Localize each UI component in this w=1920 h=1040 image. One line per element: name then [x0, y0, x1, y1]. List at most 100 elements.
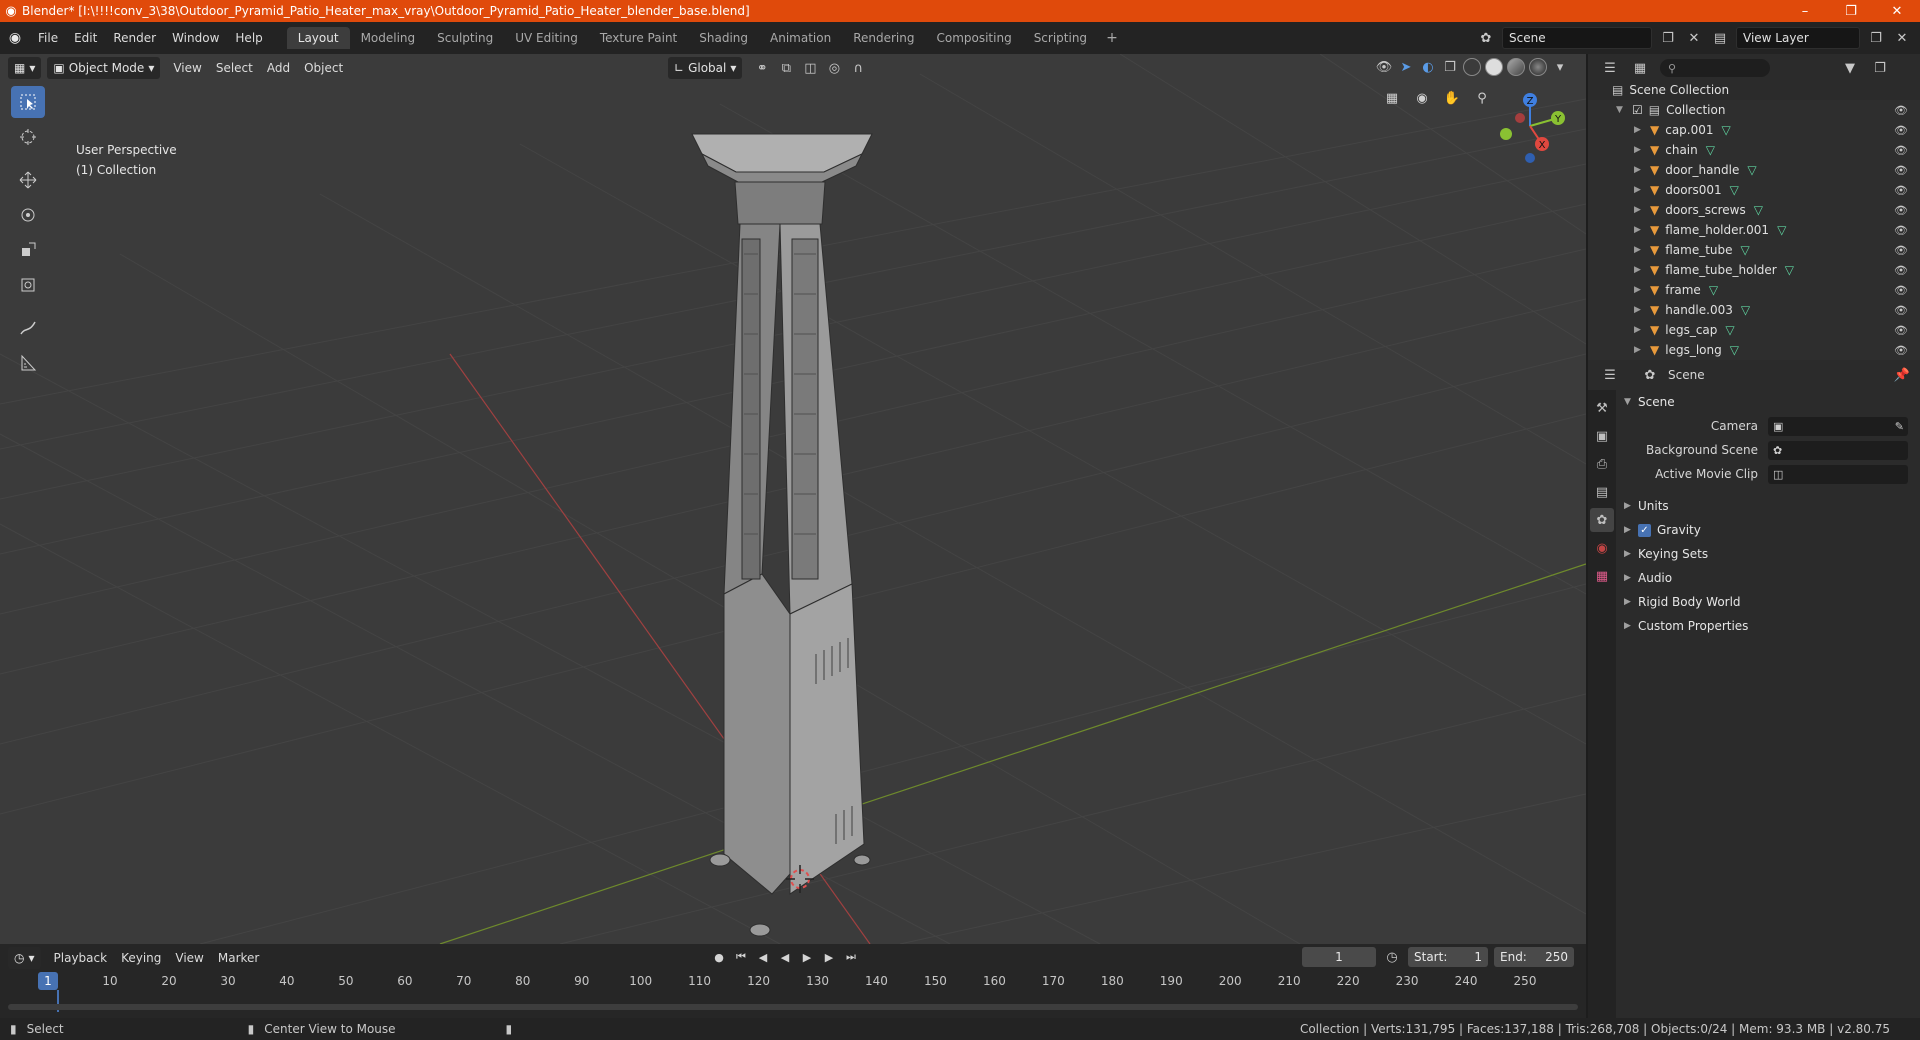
- chevron-down-icon[interactable]: ▾: [1550, 57, 1570, 77]
- solid-shading-icon[interactable]: [1485, 58, 1503, 76]
- menu-select[interactable]: Select: [209, 61, 260, 75]
- texture-tab-icon[interactable]: ▦: [1590, 564, 1614, 588]
- xray-icon[interactable]: ❐: [1440, 57, 1460, 77]
- disclosure-triangle-icon[interactable]: ▶: [1634, 245, 1644, 255]
- outliner-object-row[interactable]: ▶ ▼ cap.001 ▽ 👁: [1588, 120, 1920, 140]
- new-view-layer-icon[interactable]: ❐: [1866, 28, 1886, 48]
- outliner-object-row[interactable]: ▶ ▼ flame_holder.001 ▽ 👁: [1588, 220, 1920, 240]
- scene-icon[interactable]: ✿: [1476, 28, 1496, 48]
- measure-tool[interactable]: [11, 347, 45, 379]
- disclosure-triangle-icon[interactable]: ▶: [1634, 125, 1644, 135]
- jump-end-icon[interactable]: ⏭: [842, 948, 860, 966]
- checkbox-icon[interactable]: ☑: [1632, 103, 1643, 117]
- tab-texture-paint[interactable]: Texture Paint: [589, 27, 688, 49]
- eye-icon[interactable]: 👁: [1894, 324, 1908, 337]
- timeline-scrollbar[interactable]: [8, 1004, 1578, 1010]
- custom-properties-panel-header[interactable]: ▶ Custom Properties: [1618, 614, 1918, 638]
- pin-icon[interactable]: 📌: [1892, 365, 1912, 385]
- menu-file[interactable]: File: [30, 28, 66, 48]
- eye-icon[interactable]: 👁: [1894, 304, 1908, 317]
- delete-view-layer-icon[interactable]: ✕: [1892, 28, 1912, 48]
- transform-orientation-dropdown[interactable]: ∟ Global ▾: [668, 57, 743, 79]
- active-movie-clip-field[interactable]: ◫: [1768, 464, 1908, 484]
- menu-window[interactable]: Window: [164, 28, 227, 48]
- pan-hand-icon[interactable]: ✋: [1440, 86, 1464, 110]
- jump-start-icon[interactable]: ⏮: [732, 948, 750, 966]
- start-frame-field[interactable]: Start: 1: [1408, 947, 1488, 967]
- eye-icon[interactable]: 👁: [1894, 344, 1908, 357]
- menu-timeline-view[interactable]: View: [168, 951, 210, 965]
- scene-selector[interactable]: Scene: [1502, 27, 1652, 49]
- restore-icon[interactable]: ❐: [1828, 0, 1874, 22]
- select-box-tool[interactable]: [11, 86, 45, 118]
- menu-view[interactable]: View: [166, 61, 208, 75]
- disclosure-triangle-icon[interactable]: ▶: [1634, 265, 1644, 275]
- display-mode-icon[interactable]: ▦: [1630, 58, 1650, 78]
- outliner-editor-icon[interactable]: ☰: [1600, 58, 1620, 78]
- material-shading-icon[interactable]: [1507, 58, 1525, 76]
- outliner-object-row[interactable]: ▶ ▼ handle.003 ▽ 👁: [1588, 300, 1920, 320]
- outliner-object-row[interactable]: ▶ ▼ legs_cap ▽ 👁: [1588, 320, 1920, 340]
- playhead[interactable]: 1: [38, 972, 58, 990]
- menu-playback[interactable]: Playback: [47, 951, 115, 965]
- disclosure-triangle-icon[interactable]: ▶: [1634, 185, 1644, 195]
- eye-icon[interactable]: 👁: [1894, 164, 1908, 177]
- prev-keyframe-icon[interactable]: ◀: [754, 948, 772, 966]
- transform-tool[interactable]: [11, 269, 45, 301]
- snap-icon[interactable]: ⧉: [776, 58, 796, 78]
- view-layer-tab-icon[interactable]: ▤: [1590, 480, 1614, 504]
- units-panel-header[interactable]: ▶ Units: [1618, 494, 1918, 518]
- pivot-point-icon[interactable]: ⚭: [752, 58, 772, 78]
- proportional-edit-icon[interactable]: ◎: [824, 58, 844, 78]
- new-scene-icon[interactable]: ❐: [1658, 28, 1678, 48]
- timeline-editor-type-dropdown[interactable]: ◷ ▾: [8, 947, 41, 969]
- output-tab-icon[interactable]: ⎙: [1590, 452, 1614, 476]
- eye-icon[interactable]: 👁: [1894, 244, 1908, 257]
- menu-marker[interactable]: Marker: [211, 951, 266, 965]
- timeline-ruler[interactable]: 10 20 30 40 50 60 70 80 90 100 110 120 130 140 150 160 1…: [0, 972, 1586, 1018]
- disclosure-triangle-icon[interactable]: ▶: [1634, 345, 1644, 355]
- preview-range-icon[interactable]: ◷: [1382, 947, 1402, 967]
- tool-tab-icon[interactable]: ⚒: [1590, 396, 1614, 420]
- eye-icon[interactable]: 👁: [1894, 144, 1908, 157]
- blender-logo-icon[interactable]: ◉: [0, 30, 30, 46]
- disclosure-triangle-icon[interactable]: ▶: [1634, 225, 1644, 235]
- record-icon[interactable]: ●: [710, 948, 728, 966]
- visibility-icon[interactable]: 👁: [1374, 57, 1394, 77]
- outliner-object-row[interactable]: ▶ ▼ flame_tube_holder ▽ 👁: [1588, 260, 1920, 280]
- toggle-camera-view-icon[interactable]: ▦: [1380, 86, 1404, 110]
- eye-icon[interactable]: 👁: [1894, 224, 1908, 237]
- scene-collection-row[interactable]: ▤ Scene Collection: [1588, 80, 1920, 100]
- rigid-body-world-panel-header[interactable]: ▶ Rigid Body World: [1618, 590, 1918, 614]
- navigation-gizmo[interactable]: Z Y X: [1490, 88, 1570, 168]
- snap-target-icon[interactable]: ◫: [800, 58, 820, 78]
- eye-icon[interactable]: 👁: [1894, 264, 1908, 277]
- tab-shading[interactable]: Shading: [688, 27, 759, 49]
- menu-add[interactable]: Add: [260, 61, 297, 75]
- audio-panel-header[interactable]: ▶ Audio: [1618, 566, 1918, 590]
- eye-icon[interactable]: 👁: [1894, 104, 1908, 117]
- view-layer-icon[interactable]: ▤: [1710, 28, 1730, 48]
- play-reverse-icon[interactable]: ◀: [776, 948, 794, 966]
- filter-icon[interactable]: ▼: [1840, 58, 1860, 78]
- outliner-object-row[interactable]: ▶ ▼ door_handle ▽ 👁: [1588, 160, 1920, 180]
- view-layer-selector[interactable]: View Layer: [1736, 27, 1860, 49]
- eyedropper-icon[interactable]: ✎: [1895, 420, 1904, 433]
- tab-scripting[interactable]: Scripting: [1023, 27, 1098, 49]
- current-frame-field[interactable]: 1: [1302, 947, 1376, 967]
- mode-dropdown[interactable]: ▣ Object Mode ▾: [47, 57, 161, 79]
- disclosure-triangle-icon[interactable]: ▶: [1634, 165, 1644, 175]
- wireframe-shading-icon[interactable]: [1463, 58, 1481, 76]
- outliner-object-row[interactable]: ▶ ▼ frame ▽ 👁: [1588, 280, 1920, 300]
- eye-icon[interactable]: 👁: [1894, 284, 1908, 297]
- eye-icon[interactable]: 👁: [1894, 124, 1908, 137]
- gravity-panel-header[interactable]: ▶ ✓ Gravity: [1618, 518, 1918, 542]
- scale-tool[interactable]: [11, 234, 45, 266]
- render-tab-icon[interactable]: ▣: [1590, 424, 1614, 448]
- annotate-tool[interactable]: [11, 312, 45, 344]
- keying-sets-panel-header[interactable]: ▶ Keying Sets: [1618, 542, 1918, 566]
- cursor-tool[interactable]: [11, 121, 45, 153]
- scene-tab-icon[interactable]: ✿: [1590, 508, 1614, 532]
- disclosure-triangle-icon[interactable]: ▼: [1616, 105, 1626, 115]
- camera-field[interactable]: ▣ ✎: [1768, 416, 1908, 436]
